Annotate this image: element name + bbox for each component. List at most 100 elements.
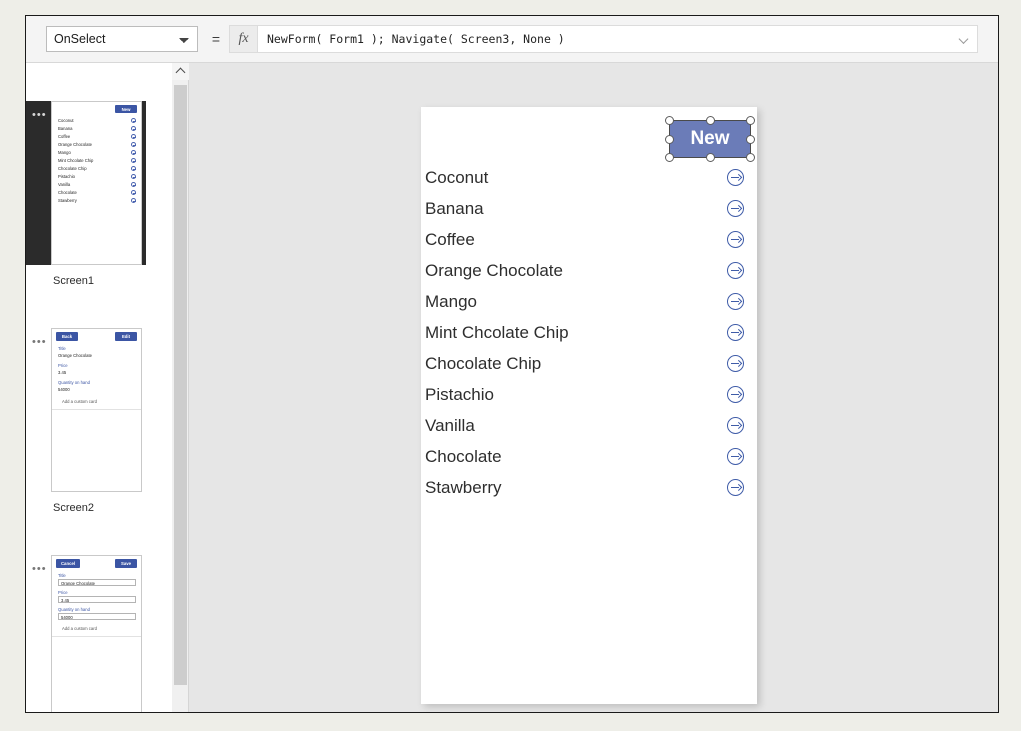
arrow-right-circle-icon[interactable] [727,448,744,465]
thumb-field-label: Price [58,363,68,368]
arrow-right-circle-icon[interactable] [727,200,744,217]
list-item-label: Banana [425,198,484,218]
list-item[interactable]: Orange Chocolate [421,255,757,286]
thumb-field-label: Price [58,590,68,595]
thumb-list-item: Mint Chcolate Chip [58,158,94,163]
thumb-edit-button: Edit [115,332,137,341]
thumb-list-item: Banana [58,126,73,131]
app-screen-canvas[interactable]: Coconut Banana Coffee Orange Chocolate M… [421,107,757,704]
chevron-down-icon[interactable] [960,35,969,44]
thumb-field-label: Title [58,346,66,351]
arrow-right-circle-icon [131,174,136,179]
thumb-back-button: Back [56,332,78,341]
equals-label: = [211,31,221,47]
list-item-label: Vanilla [425,415,475,435]
thumb-add-card-label: Add a custom card [62,399,97,404]
arrow-right-circle-icon [131,142,136,147]
new-button[interactable]: New [670,121,750,157]
thumb-new-button: New [115,105,137,113]
arrow-right-circle-icon[interactable] [727,417,744,434]
screen-label-screen1[interactable]: Screen1 [53,275,94,287]
formula-input[interactable]: NewForm( Form1 ); Navigate( Screen3, Non… [257,25,978,53]
thumb-divider [52,409,141,410]
arrow-right-circle-icon[interactable] [727,293,744,310]
overflow-menu-icon[interactable]: ••• [32,337,47,348]
list-item-label: Stawberry [425,477,502,497]
thumb-list-item: Chocolate [58,190,77,195]
arrow-right-circle-icon [131,190,136,195]
thumb-list-item: Orange Chocolate [58,142,92,147]
thumb-list-item: Vanilla [58,182,71,187]
thumb-field-label: Quantity on hand [58,380,90,385]
work-area: ••• New Coconut Banana Coffee Orange Cho… [26,63,998,712]
formula-text: NewForm( Form1 ); Navigate( Screen3, Non… [267,32,565,46]
thumb-field-input: 54000 [58,613,136,620]
thumb-field-label: Title [58,573,66,578]
screen-label-screen2[interactable]: Screen2 [53,502,94,514]
thumb-add-card-label: Add a custom card [62,626,97,631]
list-item[interactable]: Chocolate Chip [421,348,757,379]
arrow-right-circle-icon [131,166,136,171]
list-item-label: Chocolate [425,446,502,466]
arrow-right-circle-icon [131,134,136,139]
arrow-right-circle-icon[interactable] [727,231,744,248]
list-item-label: Mango [425,291,477,311]
list-item-label: Mint Chcolate Chip [425,322,569,342]
overflow-menu-icon[interactable]: ••• [32,564,47,575]
thumb-field-value: Orange Chocolate [58,353,92,358]
thumbnail-phone-screen3: Cancel Save Title Orange Chocolate Price… [51,555,142,712]
thumb-divider [52,636,141,637]
list-item-label: Pistachio [425,384,494,404]
fx-icon: fx [229,25,257,53]
thumb-list-item: Chocolate Chip [58,166,87,171]
arrow-right-circle-icon [131,198,136,203]
arrow-right-circle-icon[interactable] [727,262,744,279]
arrow-right-circle-icon [131,118,136,123]
scrollbar-thumb[interactable] [174,85,187,685]
thumb-field-input: 3.45 [58,596,136,603]
list-item[interactable]: Mint Chcolate Chip [421,317,757,348]
property-dropdown[interactable]: OnSelect [46,26,198,52]
thumb-list-item: Pistachio [58,174,75,179]
thumb-list-item: Coffee [58,134,71,139]
thumb-field-label: Quantity on hand [58,607,90,612]
list-item-label: Coconut [425,167,489,187]
overflow-menu-icon[interactable]: ••• [32,110,47,121]
list-item[interactable]: Banana [421,193,757,224]
formula-bar: OnSelect = fx NewForm( Form1 ); Navigate… [26,16,998,63]
list-item-label: Coffee [425,229,475,249]
thumb-list-item: Coconut [58,118,74,123]
list-item[interactable]: Chocolate [421,441,757,472]
sidebar-scrollbar[interactable] [172,63,189,712]
arrow-right-circle-icon[interactable] [727,169,744,186]
thumb-field-input: Orange Chocolate [58,579,136,586]
thumb-list-item: Mango [58,150,71,155]
screen-thumbnail-rail[interactable]: ••• New Coconut Banana Coffee Orange Cho… [26,63,172,712]
list-item[interactable]: Coffee [421,224,757,255]
list-item[interactable]: Coconut [421,162,757,193]
thumb-cancel-button: Cancel [56,559,80,568]
list-item-label: Chocolate Chip [425,353,542,373]
list-item[interactable]: Mango [421,286,757,317]
list-item[interactable]: Vanilla [421,410,757,441]
list-item-label: Orange Chocolate [425,260,563,280]
arrow-right-circle-icon [131,158,136,163]
thumb-field-value: 54000 [58,387,70,392]
thumbnail-phone-screen1: New Coconut Banana Coffee Orange Chocola… [51,101,142,265]
list-item[interactable]: Pistachio [421,379,757,410]
thumb-save-button: Save [115,559,137,568]
list-item[interactable]: Stawberry [421,472,757,503]
arrow-right-circle-icon [131,126,136,131]
thumbnail-phone-screen2: Back Edit Title Orange Chocolate Price 3… [51,328,142,492]
thumb-field-value: 3.45 [58,370,67,375]
app-window: OnSelect = fx NewForm( Form1 ); Navigate… [25,15,999,713]
arrow-right-circle-icon [131,150,136,155]
thumb-list-item: Stawberry [58,198,77,203]
arrow-right-circle-icon[interactable] [727,479,744,496]
canvas-area[interactable]: Coconut Banana Coffee Orange Chocolate M… [190,63,998,712]
chevron-up-icon[interactable] [172,63,189,80]
arrow-right-circle-icon[interactable] [727,386,744,403]
arrow-right-circle-icon[interactable] [727,355,744,372]
arrow-right-circle-icon [131,182,136,187]
arrow-right-circle-icon[interactable] [727,324,744,341]
